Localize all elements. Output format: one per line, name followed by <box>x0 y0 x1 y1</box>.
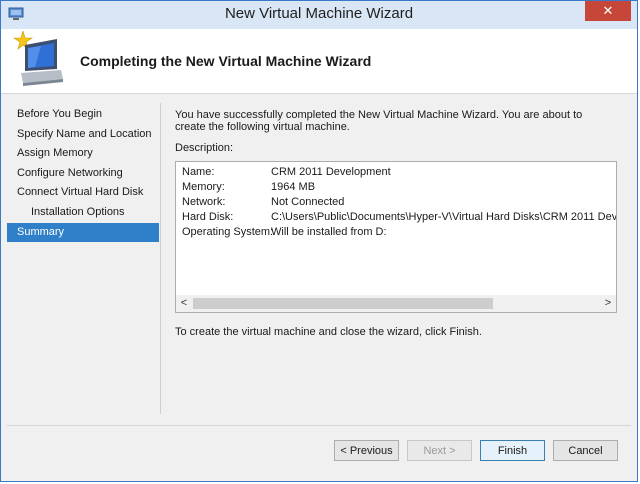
detail-key: Network: <box>182 196 226 208</box>
nav-item-configure-networking[interactable]: Configure Networking <box>7 164 159 184</box>
wizard-window: New Virtual Machine Wizard ✕ Completing … <box>0 0 638 482</box>
horizontal-scrollbar[interactable]: < > <box>176 295 616 312</box>
wizard-header: Completing the New Virtual Machine Wizar… <box>1 29 637 94</box>
window-title: New Virtual Machine Wizard <box>224 5 414 22</box>
detail-value: Will be installed from D: <box>271 226 387 238</box>
detail-value: CRM 2011 Development <box>271 166 391 178</box>
detail-value: C:\Users\Public\Documents\Hyper-V\Virtua… <box>271 211 617 223</box>
computer-star-icon <box>13 31 63 86</box>
description-box[interactable]: Name: CRM 2011 Development Memory: 1964 … <box>175 161 617 313</box>
nav-item-assign-memory[interactable]: Assign Memory <box>7 144 159 164</box>
wizard-steps-nav: Before You Begin Specify Name and Locati… <box>7 105 159 243</box>
description-label: Description: <box>175 142 234 154</box>
summary-content: You have successfully completed the New … <box>175 109 615 133</box>
detail-key: Hard Disk: <box>182 211 234 223</box>
nav-item-before-you-begin[interactable]: Before You Begin <box>7 105 159 125</box>
intro-text: You have successfully completed the New … <box>175 109 583 133</box>
finish-instruction: To create the virtual machine and close … <box>175 326 482 338</box>
detail-key: Name: <box>182 166 215 178</box>
scroll-left-icon[interactable]: < <box>176 295 192 312</box>
wizard-heading: Completing the New Virtual Machine Wizar… <box>80 53 372 69</box>
next-button[interactable]: Next > <box>407 440 472 461</box>
nav-item-installation-options[interactable]: Installation Options <box>7 203 159 223</box>
nav-divider <box>160 103 161 414</box>
finish-button[interactable]: Finish <box>480 440 545 461</box>
close-button[interactable]: ✕ <box>585 1 631 21</box>
detail-value: 1964 MB <box>271 181 316 193</box>
nav-item-connect-virtual-hard-disk[interactable]: Connect Virtual Hard Disk <box>7 183 159 203</box>
nav-item-specify-name-location[interactable]: Specify Name and Location <box>7 125 159 145</box>
scroll-right-icon[interactable]: > <box>600 295 616 312</box>
scrollbar-thumb[interactable] <box>193 298 493 309</box>
nav-item-summary[interactable]: Summary <box>7 222 159 243</box>
detail-value: Not Connected <box>271 196 345 208</box>
footer-separator <box>7 425 631 426</box>
detail-key: Memory: <box>182 181 225 193</box>
title-bar: New Virtual Machine Wizard ✕ <box>1 1 637 29</box>
cancel-button[interactable]: Cancel <box>553 440 618 461</box>
detail-key: Operating System: <box>182 226 274 238</box>
previous-button[interactable]: < Previous <box>334 440 399 461</box>
